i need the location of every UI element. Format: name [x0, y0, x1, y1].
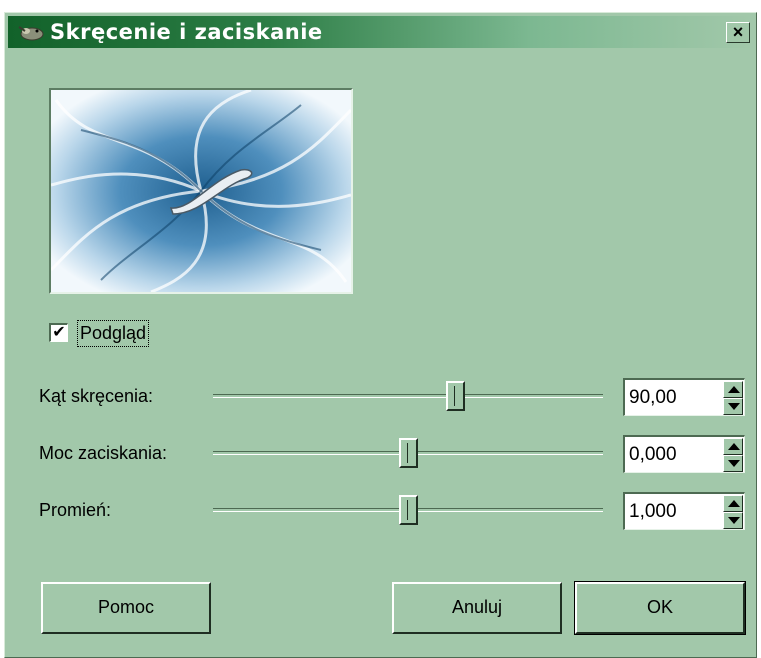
pinch-amount-spinbox[interactable]: 0,000: [623, 435, 745, 473]
pinch-amount-decrement-button[interactable]: [723, 455, 743, 472]
radius-decrement-button[interactable]: [723, 512, 743, 529]
gimp-icon: [18, 26, 44, 41]
arrow-down-icon: [728, 460, 740, 467]
twist-angle-slider-thumb[interactable]: [445, 381, 465, 411]
preview-image: [49, 88, 353, 294]
cancel-button[interactable]: Anuluj: [392, 582, 562, 634]
window-title: Skręcenie i zaciskanie: [50, 20, 323, 44]
radius-slider-thumb[interactable]: [399, 495, 418, 525]
dialog-window: Skręcenie i zaciskanie × ✔ Podgląd Kąt s…: [4, 12, 757, 658]
checkmark-icon: ✔: [52, 324, 66, 341]
radius-label: Promień:: [39, 500, 112, 520]
arrow-up-icon: [728, 443, 740, 450]
arrow-down-icon: [728, 517, 740, 524]
pinch-amount-increment-button[interactable]: [723, 438, 743, 455]
help-button[interactable]: Pomoc: [41, 582, 211, 634]
twist-angle-label: Kąt skręcenia:: [39, 386, 154, 406]
title-bar[interactable]: Skręcenie i zaciskanie ×: [8, 16, 753, 48]
radius-row: Promień: 1,000: [39, 492, 751, 530]
ok-button[interactable]: OK: [574, 581, 746, 635]
twist-angle-slider-track[interactable]: [213, 394, 603, 398]
pinch-amount-slider-thumb[interactable]: [399, 438, 418, 468]
close-icon: ×: [732, 22, 744, 42]
pinch-amount-row: Moc zaciskania: 0,000: [39, 435, 751, 473]
twist-angle-value[interactable]: 90,00: [629, 387, 677, 409]
radius-value[interactable]: 1,000: [629, 501, 677, 523]
radius-spinbox[interactable]: 1,000: [623, 492, 745, 530]
close-button[interactable]: ×: [726, 22, 750, 43]
twist-angle-increment-button[interactable]: [723, 381, 743, 398]
preview-checkbox[interactable]: ✔: [49, 323, 68, 342]
preview-checkbox-label[interactable]: Podgląd: [77, 320, 150, 347]
twist-angle-row: Kąt skręcenia: 90,00: [39, 378, 751, 416]
arrow-up-icon: [728, 386, 740, 393]
arrow-up-icon: [728, 500, 740, 507]
twist-angle-decrement-button[interactable]: [723, 398, 743, 415]
pinch-amount-label: Moc zaciskania:: [39, 443, 168, 463]
radius-increment-button[interactable]: [723, 495, 743, 512]
pinch-amount-value[interactable]: 0,000: [629, 444, 677, 466]
arrow-down-icon: [728, 403, 740, 410]
twist-angle-spinbox[interactable]: 90,00: [623, 378, 745, 416]
